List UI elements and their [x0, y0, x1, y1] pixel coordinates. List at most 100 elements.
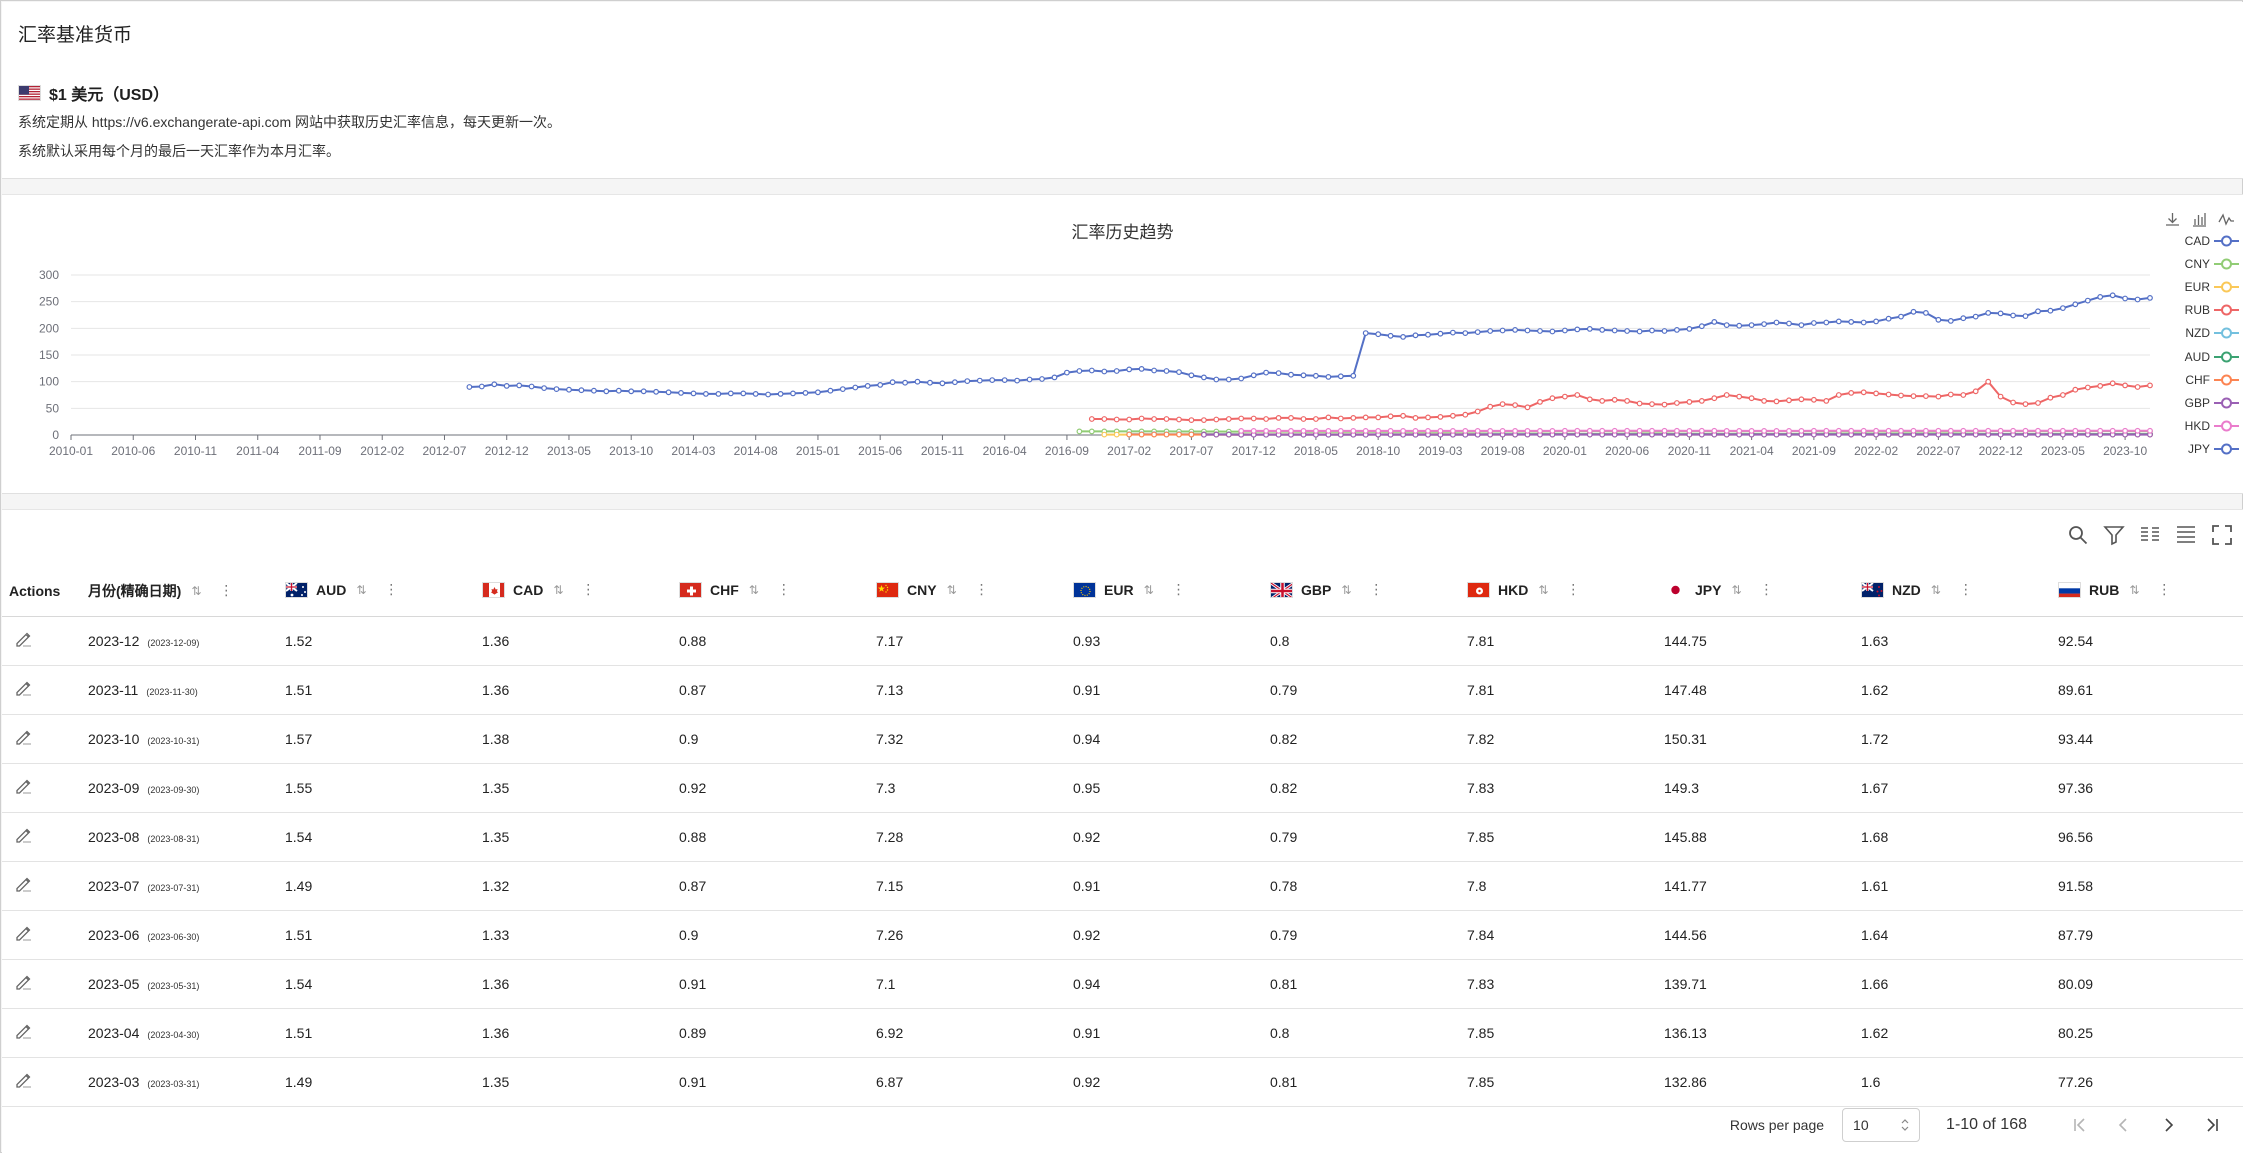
legend-marker-icon [2214, 281, 2239, 293]
x-tick-label: 2013-05 [547, 444, 591, 458]
edit-icon[interactable] [14, 972, 34, 992]
next-page-button[interactable] [2155, 1112, 2181, 1138]
legend-item-eur[interactable]: EUR [2169, 275, 2239, 298]
rate-cell-cny: 6.92 [868, 1008, 1065, 1058]
rate-cell-jpy: 147.48 [1656, 665, 1853, 715]
rate-cell-jpy: 132.86 [1656, 1057, 1853, 1107]
rate-cell-hkd: 7.85 [1459, 1008, 1656, 1058]
rows-per-page-select[interactable]: 10 [1842, 1108, 1921, 1142]
sort-icon[interactable]: ⇅ [749, 583, 759, 597]
edit-icon[interactable] [14, 776, 34, 796]
data-point-rub [1312, 416, 1319, 422]
col-nzd[interactable]: NZD ⇅ ⋮ [1853, 566, 2050, 617]
filter-icon[interactable] [2103, 524, 2125, 546]
month-value: 2023-09 [88, 779, 140, 796]
column-menu-icon[interactable]: ⋮ [219, 582, 233, 599]
legend-item-nzd[interactable]: NZD [2169, 322, 2239, 345]
sort-icon[interactable]: ⇅ [947, 583, 957, 597]
first-page-button[interactable] [2067, 1112, 2093, 1138]
data-point-jpy [1748, 322, 1755, 329]
x-tick-label: 2014-03 [671, 444, 715, 458]
col-cad[interactable]: CAD ⇅ ⋮ [474, 566, 671, 617]
column-menu-icon[interactable]: ⋮ [2157, 581, 2171, 598]
sort-icon[interactable]: ⇅ [1341, 583, 1351, 597]
edit-icon[interactable] [14, 1070, 34, 1090]
rate-cell-nzd: 1.68 [1853, 812, 2050, 862]
column-menu-icon[interactable]: ⋮ [581, 581, 595, 598]
data-point-rub [1474, 408, 1481, 415]
data-point-jpy [503, 382, 510, 389]
col-jpy[interactable]: JPY ⇅ ⋮ [1656, 566, 1853, 617]
sort-icon[interactable]: ⇅ [2129, 583, 2139, 597]
sort-icon[interactable]: ⇅ [1931, 583, 1941, 597]
sort-icon[interactable]: ⇅ [356, 583, 366, 597]
density-icon[interactable] [2175, 524, 2197, 546]
rate-cell-eur: 0.92 [1065, 910, 1262, 960]
bar-chart-icon[interactable] [2191, 211, 2208, 228]
sort-icon[interactable]: ⇅ [1731, 583, 1741, 597]
legend-item-jpy[interactable]: JPY [2169, 438, 2239, 461]
column-menu-icon[interactable]: ⋮ [975, 581, 989, 598]
column-menu-icon[interactable]: ⋮ [1566, 581, 1580, 598]
sort-icon[interactable]: ⇅ [553, 583, 563, 597]
col-gbp[interactable]: GBP ⇅ ⋮ [1262, 566, 1459, 617]
column-menu-icon[interactable]: ⋮ [384, 581, 398, 598]
edit-icon[interactable] [14, 727, 34, 747]
legend-item-hkd[interactable]: HKD [2169, 415, 2239, 438]
legend-item-cad[interactable]: CAD [2169, 229, 2239, 252]
col-chf[interactable]: CHF ⇅ ⋮ [671, 566, 868, 617]
edit-icon[interactable] [14, 825, 34, 845]
rate-cell-cny: 7.15 [868, 861, 1065, 911]
columns-icon[interactable] [2139, 524, 2161, 546]
rate-cell-rub: 87.79 [2050, 910, 2243, 960]
column-menu-icon[interactable]: ⋮ [1760, 581, 1774, 598]
data-point-hkd [1910, 427, 1917, 434]
legend-item-cny[interactable]: CNY [2169, 252, 2239, 275]
edit-icon[interactable] [14, 1021, 34, 1041]
col-aud[interactable]: AUD ⇅ ⋮ [277, 566, 474, 617]
col-rub[interactable]: RUB ⇅ ⋮ [2050, 566, 2243, 617]
line-chart-icon[interactable] [2218, 211, 2235, 228]
data-point-jpy [603, 388, 610, 395]
data-point-rub [1561, 393, 1568, 400]
data-point-hkd [1586, 427, 1593, 434]
rate-cell-chf: 0.87 [671, 861, 868, 911]
fullscreen-icon[interactable] [2211, 524, 2233, 546]
data-point-rub [1337, 415, 1344, 422]
column-menu-icon[interactable]: ⋮ [1172, 581, 1186, 598]
search-icon[interactable] [2067, 524, 2089, 546]
legend-item-gbp[interactable]: GBP [2169, 391, 2239, 414]
edit-icon[interactable] [14, 874, 34, 894]
data-point-jpy [1474, 329, 1481, 336]
col-month[interactable]: 月份(精确日期) ⇅ ⋮ [80, 566, 277, 617]
sort-icon[interactable]: ⇅ [1144, 583, 1154, 597]
edit-icon[interactable] [14, 923, 34, 943]
rate-cell-cny: 7.17 [868, 616, 1065, 666]
column-menu-icon[interactable]: ⋮ [1369, 581, 1383, 598]
edit-cell [2, 910, 80, 960]
ru-flag-icon [2058, 581, 2081, 598]
data-point-rub [1798, 396, 1805, 403]
prev-page-button[interactable] [2111, 1112, 2137, 1138]
col-hkd[interactable]: HKD ⇅ ⋮ [1459, 566, 1656, 617]
rate-cell-hkd: 7.82 [1459, 714, 1656, 764]
edit-icon[interactable] [14, 629, 34, 649]
rate-cell-jpy: 150.31 [1656, 714, 1853, 764]
chart-card: 汇率历史趋势 0 50 100 150 200 250 300 2010-01 2010-06 2… [2, 194, 2243, 494]
col-eur[interactable]: EUR ⇅ ⋮ [1065, 566, 1262, 617]
data-point-rub [1113, 416, 1120, 423]
col-cny[interactable]: CNY ⇅ ⋮ [868, 566, 1065, 617]
column-menu-icon[interactable]: ⋮ [777, 581, 791, 598]
last-page-button[interactable] [2199, 1112, 2225, 1138]
sort-icon[interactable]: ⇅ [1538, 583, 1548, 597]
sort-icon[interactable]: ⇅ [191, 584, 201, 598]
legend-label: AUD [2184, 349, 2210, 364]
legend-item-rub[interactable]: RUB [2169, 299, 2239, 322]
data-point-hkd [1300, 427, 1307, 434]
legend-item-aud[interactable]: AUD [2169, 345, 2239, 368]
data-point-jpy [703, 390, 709, 397]
legend-item-chf[interactable]: CHF [2169, 368, 2239, 391]
rate-cell-gbp: 0.79 [1262, 812, 1459, 862]
edit-icon[interactable] [14, 678, 34, 698]
column-menu-icon[interactable]: ⋮ [1959, 581, 1973, 598]
